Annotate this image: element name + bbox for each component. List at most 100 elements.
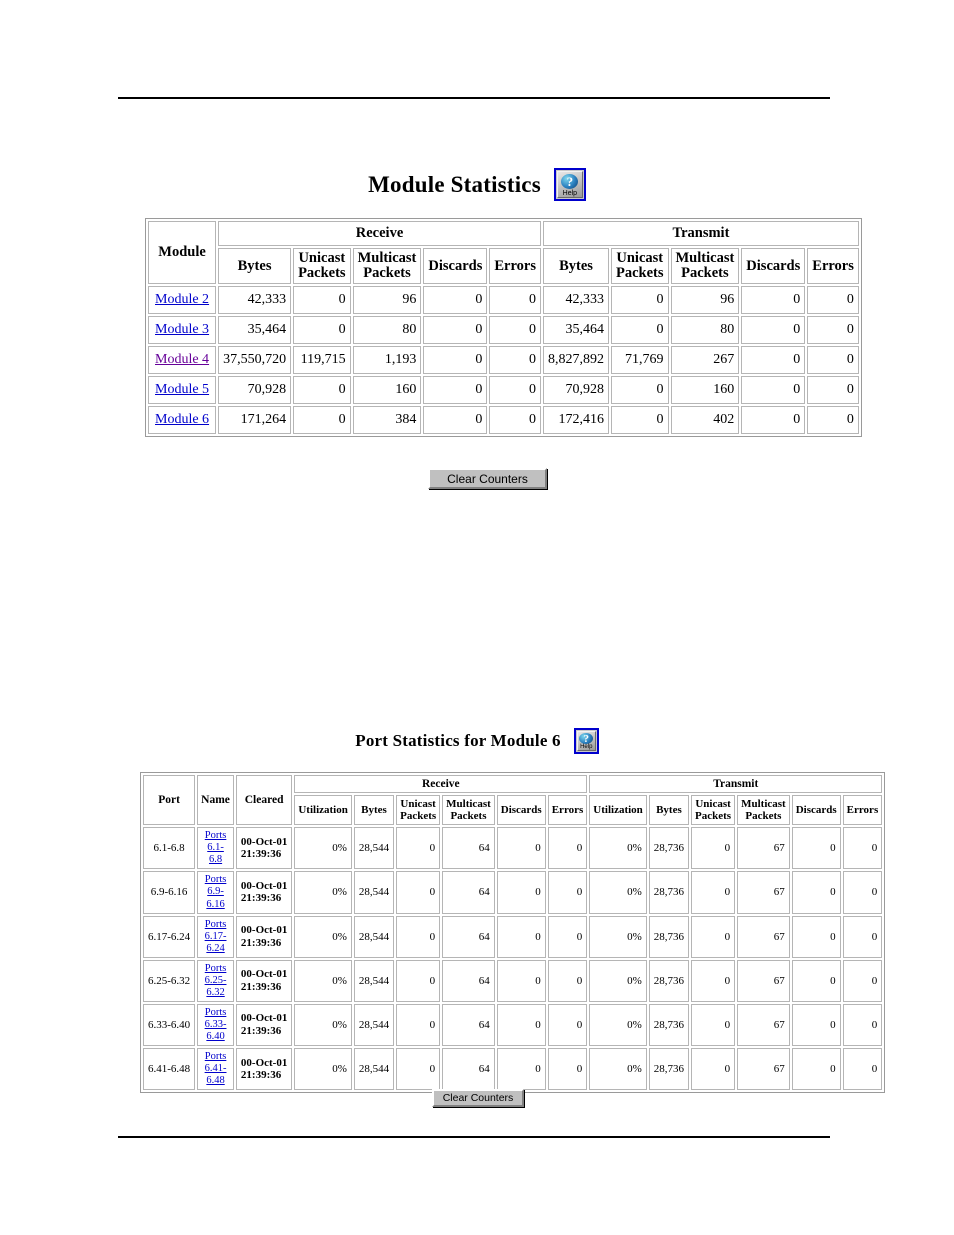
module-transmit-unicast-cell: 71,769	[610, 346, 669, 375]
module-link[interactable]: Module 2	[155, 292, 209, 307]
port-tx-multicast-header: Multicast Packets	[737, 795, 790, 826]
module-receive-discards-cell: 0	[423, 346, 488, 375]
port-transmit-unicast-cell: 0	[691, 959, 736, 1002]
module-receive-unicast-cell: 0	[293, 286, 351, 315]
port-transmit-multicast-cell: 67	[737, 871, 790, 914]
page-root: Module Statistics ? Help Module Receive …	[0, 0, 954, 1235]
question-mark-icon: ?	[579, 733, 594, 744]
help-icon[interactable]: ? Help	[553, 168, 586, 201]
port-receive-utilization-cell: 0%	[294, 915, 352, 958]
help-icon-label: Help	[580, 744, 593, 750]
port-rx-errors-header: Errors	[547, 795, 588, 826]
cleared-time: 21:39:36	[240, 936, 282, 949]
port-receive-utilization-cell: 0%	[294, 827, 352, 870]
port-rx-multicast-header: Multicast Packets	[442, 795, 495, 826]
port-name-link-line-1[interactable]: Ports	[201, 1051, 230, 1063]
module-receive-multicast-cell: 96	[352, 286, 422, 315]
clear-counters-button-modules[interactable]: Clear Counters	[428, 468, 547, 489]
port-name-link-line-2[interactable]: 6.25-6.32	[201, 975, 230, 999]
header-line-1: Multicast	[446, 798, 491, 810]
port-table-body: 6.1-6.8 Ports 6.1-6.8 00-Oct-01 21:39:36 0% 28…	[143, 827, 883, 1091]
module-tx-discards-header: Discards	[741, 248, 806, 285]
header-line-1: Bytes	[361, 804, 387, 817]
port-transmit-utilization-cell: 0%	[589, 827, 647, 870]
port-transmit-utilization-cell: 0%	[589, 1003, 647, 1047]
help-icon-inner: ? Help	[576, 731, 596, 751]
port-name-link-line-2[interactable]: 6.41-6.48	[201, 1063, 230, 1087]
module-receive-bytes-cell: 42,333	[218, 286, 292, 315]
module-rx-errors-header: Errors	[489, 248, 541, 285]
port-transmit-discards-cell: 0	[791, 1048, 841, 1091]
module-receive-discards-cell: 0	[423, 286, 488, 315]
table-row: 6.1-6.8 Ports 6.1-6.8 00-Oct-01 21:39:36 0% 28…	[143, 827, 883, 870]
module-table-sub-header-row: Bytes Unicast Packets Multicast Packets …	[148, 248, 859, 285]
header-line-2: Packets	[615, 265, 664, 282]
table-row: 6.33-6.40 Ports 6.33-6.40 00-Oct-01 21:39:36…	[143, 1003, 883, 1047]
table-row: Module 5 70,928 0 160 0 0 70,928 0 160 0 0	[148, 376, 859, 405]
module-link[interactable]: Module 5	[155, 382, 209, 397]
port-name-link-line-1[interactable]: Ports	[201, 919, 230, 931]
module-transmit-bytes-cell: 8,827,892	[542, 346, 609, 375]
module-transmit-discards-cell: 0	[741, 406, 806, 435]
port-transmit-bytes-cell: 28,736	[648, 1048, 690, 1091]
help-icon[interactable]: ? Help	[573, 728, 599, 754]
port-name-link-line-1[interactable]: Ports	[201, 830, 230, 842]
port-receive-utilization-cell: 0%	[294, 1048, 352, 1091]
port-name-link-line-1[interactable]: Ports	[201, 963, 230, 975]
clear-counters-button-ports[interactable]: Clear Counters	[432, 1089, 524, 1107]
module-receive-bytes-cell: 35,464	[218, 316, 292, 345]
port-transmit-bytes-cell: 28,736	[648, 915, 690, 958]
port-receive-utilization-cell: 0%	[294, 1003, 352, 1047]
port-receive-errors-cell: 0	[547, 1048, 588, 1091]
port-receive-bytes-cell: 28,544	[353, 915, 395, 958]
module-receive-errors-cell: 0	[489, 406, 541, 435]
port-transmit-multicast-cell: 67	[737, 915, 790, 958]
cleared-date: 00-Oct-01	[240, 835, 288, 848]
port-transmit-discards-cell: 0	[791, 1003, 841, 1047]
module-rx-discards-header: Discards	[423, 248, 488, 285]
port-rx-discards-header: Discards	[496, 795, 546, 826]
port-transmit-errors-cell: 0	[842, 959, 883, 1002]
port-receive-errors-cell: 0	[547, 827, 588, 870]
port-name-link-line-2[interactable]: 6.33-6.40	[201, 1019, 230, 1043]
port-name-link-line-1[interactable]: Ports	[201, 874, 230, 886]
port-name-cell: Ports 6.9-6.16	[197, 871, 234, 914]
module-table-head: Module Receive Transmit Bytes Unicast Pa…	[148, 221, 859, 285]
port-name-cell: Ports 6.41-6.48	[197, 1048, 234, 1091]
module-link[interactable]: Module 4	[155, 352, 209, 367]
port-transmit-utilization-cell: 0%	[589, 915, 647, 958]
port-receive-group-header: Receive	[294, 775, 588, 793]
port-range-cell: 6.25-6.32	[143, 959, 196, 1002]
header-divider	[118, 97, 830, 99]
port-name-link-line-2[interactable]: 6.1-6.8	[201, 842, 230, 866]
module-receive-discards-cell: 0	[423, 376, 488, 405]
module-column-header: Module	[148, 221, 217, 285]
port-receive-discards-cell: 0	[496, 915, 546, 958]
header-line-1: Utilization	[298, 804, 348, 817]
header-line-2: Packets	[363, 265, 411, 282]
module-link[interactable]: Module 3	[155, 322, 209, 337]
module-link[interactable]: Module 6	[155, 412, 209, 427]
port-receive-discards-cell: 0	[496, 959, 546, 1002]
cleared-time: 21:39:36	[240, 1069, 282, 1082]
header-line-1: Unicast	[298, 250, 346, 266]
header-line-2: Packets	[298, 265, 346, 282]
port-transmit-discards-cell: 0	[791, 915, 841, 958]
port-transmit-unicast-cell: 0	[691, 1048, 736, 1091]
module-transmit-multicast-cell: 160	[670, 376, 740, 405]
module-transmit-discards-cell: 0	[741, 376, 806, 405]
module-transmit-discards-cell: 0	[741, 316, 806, 345]
port-receive-multicast-cell: 64	[442, 1003, 495, 1047]
port-name-link-line-2[interactable]: 6.17-6.24	[201, 931, 230, 955]
port-name-link-line-2[interactable]: 6.9-6.16	[201, 886, 230, 910]
module-transmit-group-header: Transmit	[542, 221, 859, 246]
module-transmit-bytes-cell: 42,333	[542, 286, 609, 315]
module-tx-unicast-header: Unicast Packets	[610, 248, 669, 285]
module-tx-errors-header: Errors	[807, 248, 859, 285]
port-name-cell: Ports 6.25-6.32	[197, 959, 234, 1002]
module-transmit-bytes-cell: 35,464	[542, 316, 609, 345]
port-name-link-line-1[interactable]: Ports	[201, 1007, 230, 1019]
port-receive-bytes-cell: 28,544	[353, 1003, 395, 1047]
module-receive-discards-cell: 0	[423, 406, 488, 435]
port-receive-errors-cell: 0	[547, 1003, 588, 1047]
